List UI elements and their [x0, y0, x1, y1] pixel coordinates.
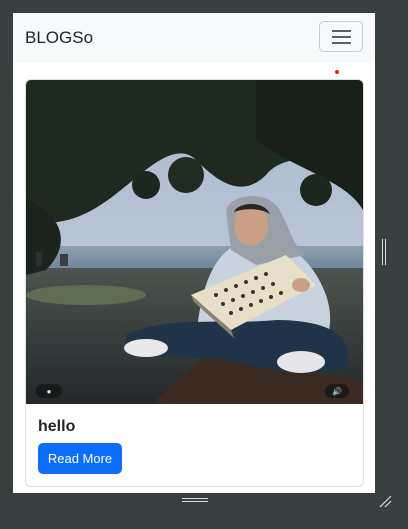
read-more-button[interactable]: Read More: [38, 443, 122, 474]
navbar-brand[interactable]: BLOGSo: [25, 28, 93, 48]
volume-icon[interactable]: 🔊: [325, 384, 349, 398]
indicator-dot: [335, 70, 339, 74]
post-video[interactable]: ● 🔊: [26, 80, 363, 404]
navbar-toggler-button[interactable]: [319, 21, 363, 52]
user-avatar-icon[interactable]: ●: [36, 384, 62, 398]
corner-resize-grip[interactable]: [378, 494, 392, 508]
video-frame-image: [26, 80, 363, 404]
post-card: ● 🔊 hello Read More: [25, 79, 364, 487]
side-resize-handle[interactable]: [381, 239, 387, 265]
navbar: BLOGSo: [13, 13, 375, 63]
device-viewport: BLOGSo ● 🔊 hello Read More: [13, 13, 375, 493]
post-title: hello: [38, 418, 76, 435]
bottom-resize-handle[interactable]: [182, 497, 208, 503]
card-body: hello Read More: [26, 404, 363, 486]
